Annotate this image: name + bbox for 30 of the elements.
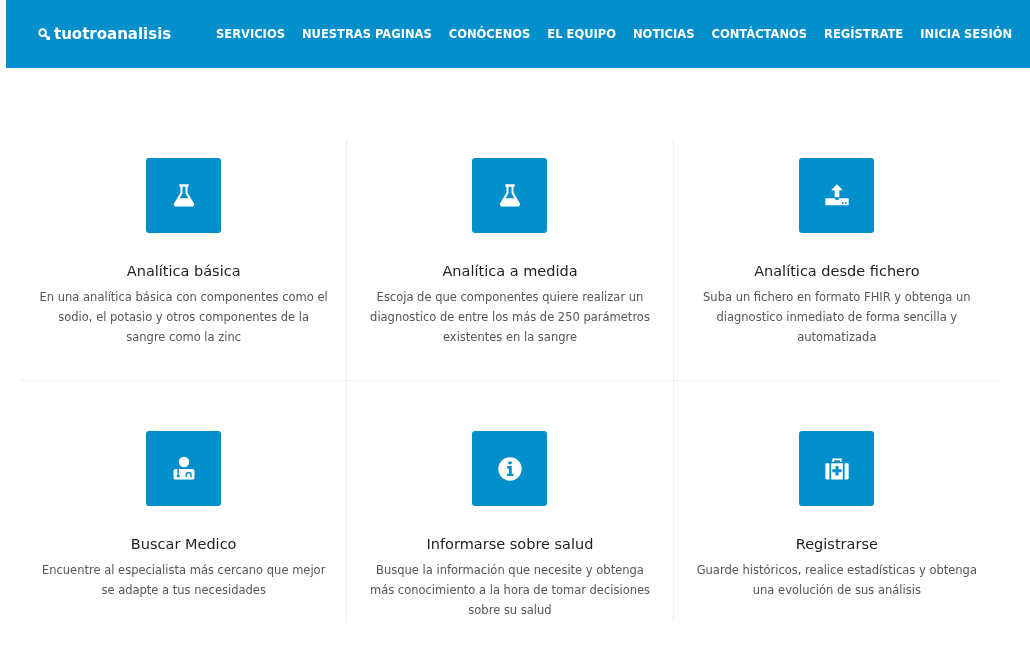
service-title: Analítica básica: [126, 263, 241, 279]
service-tile[interactable]: [799, 158, 875, 233]
service-title: Buscar Medico: [130, 536, 237, 552]
service-tile[interactable]: [146, 158, 222, 233]
nav-link[interactable]: NOTICIAS: [633, 27, 695, 41]
service-title: Informarse sobre salud: [426, 536, 594, 552]
service-tile[interactable]: [146, 431, 222, 506]
info-icon: [496, 454, 524, 483]
service-title: Analítica desde fichero: [754, 263, 920, 279]
service-title: Registrarse: [795, 536, 878, 552]
nav-link[interactable]: SERVICIOS: [216, 27, 285, 41]
nav-link[interactable]: REGÍSTRATE: [824, 27, 904, 41]
nav-link[interactable]: EL EQUIPO: [547, 27, 616, 41]
search-icon: [38, 27, 51, 41]
nav-link[interactable]: CONÓCENOS: [448, 27, 531, 41]
service-description: Encuentre al especialista más cercano que mejor se adapte a tus necesidades: [40, 562, 327, 599]
service-description: Suba un fichero en formato FHIR y obtenga un diagnostico inmediato de forma sencilla y automatizada: [702, 289, 972, 346]
service-description: Guarde históricos, realice estadísticas y obtenga una evolución de sus análisis: [695, 562, 978, 599]
brand-logo[interactable]: tuotroanalisis: [38, 25, 216, 43]
service-tile[interactable]: [799, 431, 875, 506]
service-description: Busque la información que necesite y obtenga más conocimiento a la hora de tomar decisiones sobre su salud: [368, 562, 652, 619]
service-description: En una analítica básica con componentes como el sodio, el potasio y otros componentes de la sangre como la zinc: [39, 289, 329, 346]
service-title: Analítica a medida: [442, 263, 578, 279]
nav-link[interactable]: CONTÁCTANOS: [711, 27, 808, 41]
service-tile[interactable]: [472, 431, 548, 506]
service-tile[interactable]: [472, 158, 548, 233]
nav-link[interactable]: NUESTRAS PAGINAS: [301, 27, 432, 41]
service-description: Escoja de que componentes quiere realizar un diagnostico de entre los más de 250 parámetros existentes en la sangre: [369, 289, 651, 346]
brand-name: tuotroanalisis: [54, 25, 172, 43]
nav-link[interactable]: INICIA SESIÓN: [920, 27, 1013, 41]
